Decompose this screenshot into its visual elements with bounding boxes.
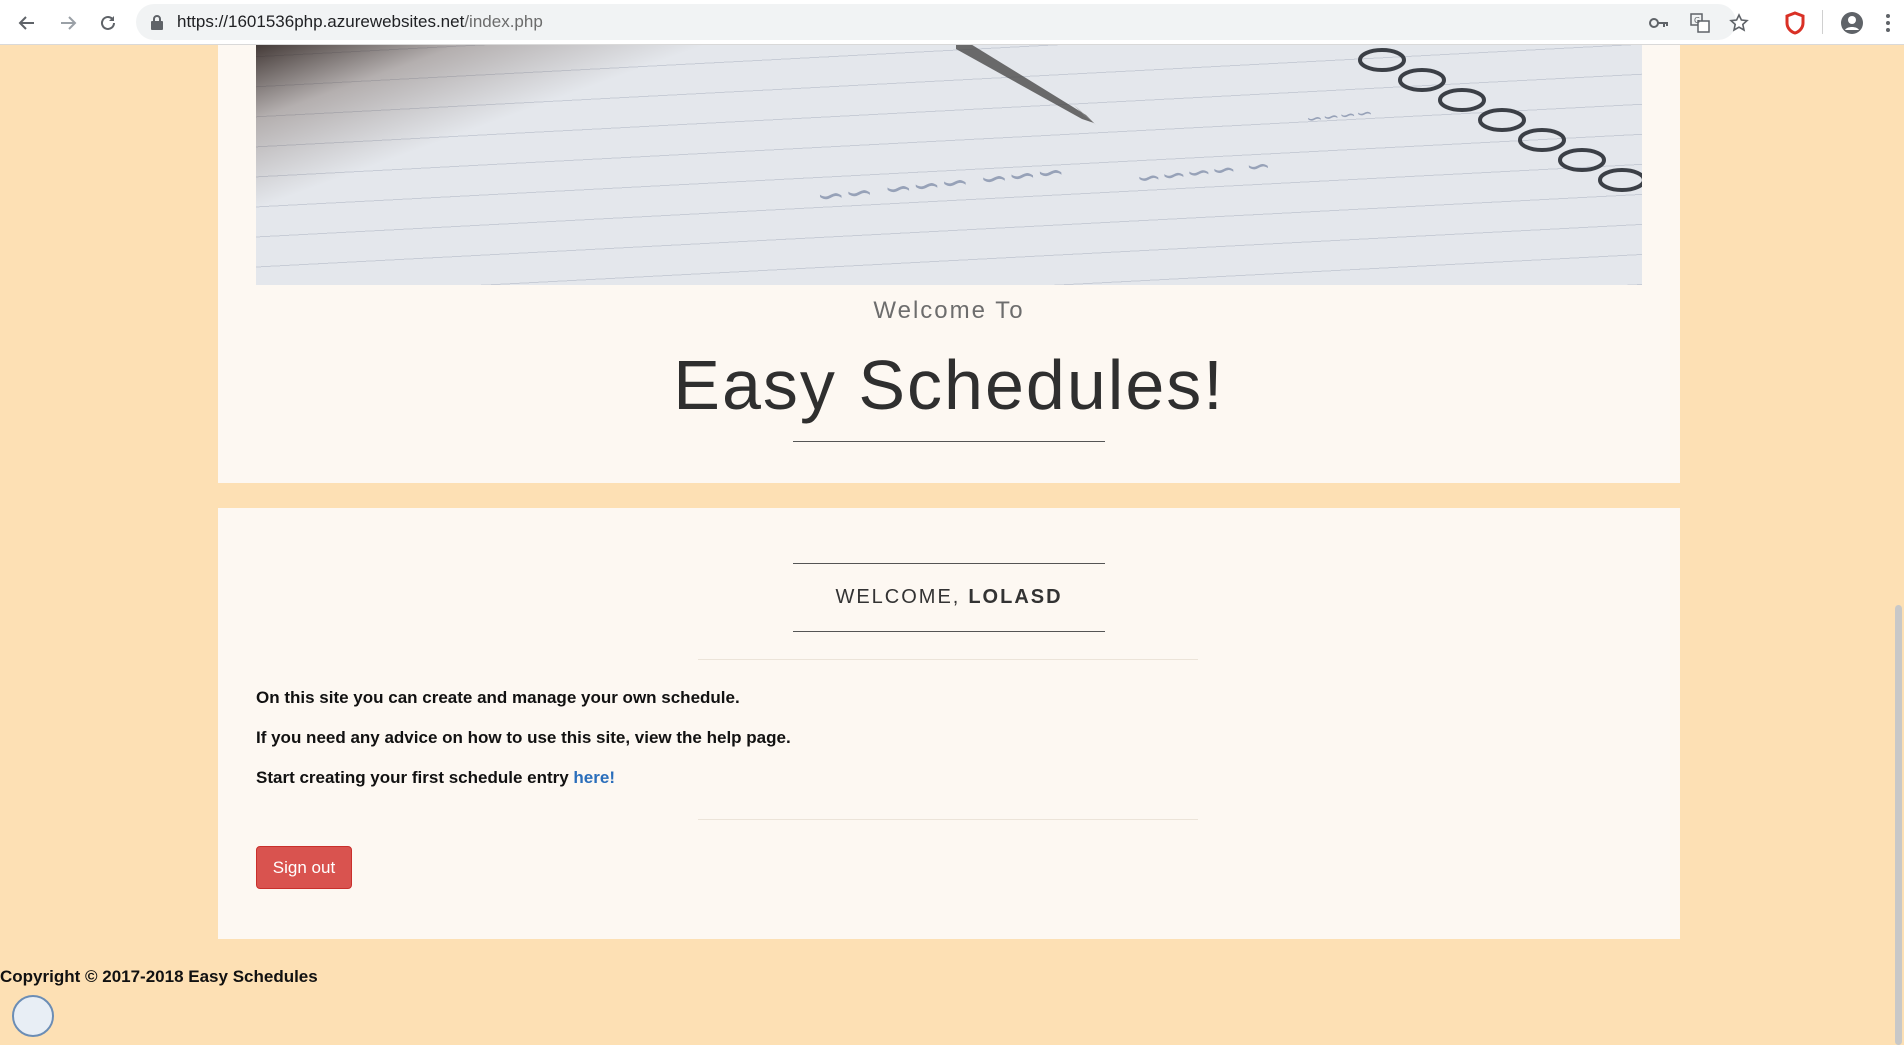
scrollbar-thumb[interactable] (1895, 605, 1902, 1045)
forward-button[interactable] (53, 8, 83, 38)
browser-toolbar: https://1601536php.azurewebsites.net/ind… (0, 0, 1904, 45)
footer-copyright: Copyright © 2017-2018 Easy Schedules (0, 967, 318, 986)
username: LOLASD (968, 586, 1063, 608)
star-icon (1729, 13, 1749, 32)
sign-out-button[interactable]: Sign out (256, 846, 352, 889)
translate-icon: G (1690, 13, 1710, 33)
password-key-button[interactable] (1648, 12, 1670, 34)
site-title: Easy Schedules! (673, 346, 1225, 424)
create-entry-link[interactable]: here! (573, 768, 615, 787)
browser-menu-button[interactable] (1878, 8, 1898, 38)
lock-icon (151, 15, 163, 30)
reload-button[interactable] (93, 8, 123, 38)
info-text-help: If you need any advice on how to use thi… (256, 728, 791, 747)
welcome-to-text: Welcome To (873, 297, 1025, 324)
notebook-scribble: ~~ ~~~ ~~~ (814, 152, 1067, 218)
notebook-spiral (1358, 48, 1642, 192)
translate-button[interactable]: G (1689, 12, 1711, 34)
hero-notebook-image: ~~ ~~~ ~~~ ~~~~ ~ ~~~~ (256, 45, 1642, 285)
key-icon (1649, 18, 1668, 28)
account-button[interactable] (1837, 8, 1867, 38)
main-content-card: WELCOME, LOLASD On this site you can cre… (218, 508, 1680, 939)
corner-badge-icon (12, 995, 54, 1037)
bookmark-button[interactable] (1728, 12, 1750, 34)
back-button[interactable] (12, 8, 42, 38)
divider (698, 819, 1198, 820)
forward-icon (61, 16, 77, 30)
welcome-prefix: WELCOME, (835, 586, 961, 608)
title-divider (793, 441, 1105, 442)
pen-illustration (956, 45, 1096, 125)
menu-icon (1886, 14, 1890, 32)
url-text: https://1601536php.azurewebsites.net/ind… (177, 12, 543, 32)
notebook-scribble: ~~~~ ~ (1134, 148, 1273, 197)
hero-card: ~~ ~~~ ~~~ ~~~~ ~ ~~~~ Welcome To Easy S… (218, 45, 1680, 483)
divider (698, 659, 1198, 660)
account-icon (1841, 12, 1863, 34)
page-scrollbar[interactable] (1892, 45, 1904, 1045)
svg-text:G: G (1694, 16, 1700, 25)
info-text-start-label: Start creating your first schedule entry (256, 768, 574, 787)
extension-shield-button[interactable] (1780, 8, 1810, 38)
shield-icon (1785, 11, 1805, 35)
info-text-start: Start creating your first schedule entry… (256, 768, 615, 788)
info-text-create: On this site you can create and manage y… (256, 688, 740, 707)
back-icon (18, 16, 34, 30)
url-path: /index.php (464, 12, 543, 31)
toolbar-separator (1822, 10, 1823, 34)
reload-icon (101, 15, 115, 30)
address-bar[interactable]: https://1601536php.azurewebsites.net/ind… (136, 4, 1749, 40)
url-host: https://1601536php.azurewebsites.net (177, 12, 465, 31)
welcome-banner: WELCOME, LOLASD (793, 563, 1105, 632)
